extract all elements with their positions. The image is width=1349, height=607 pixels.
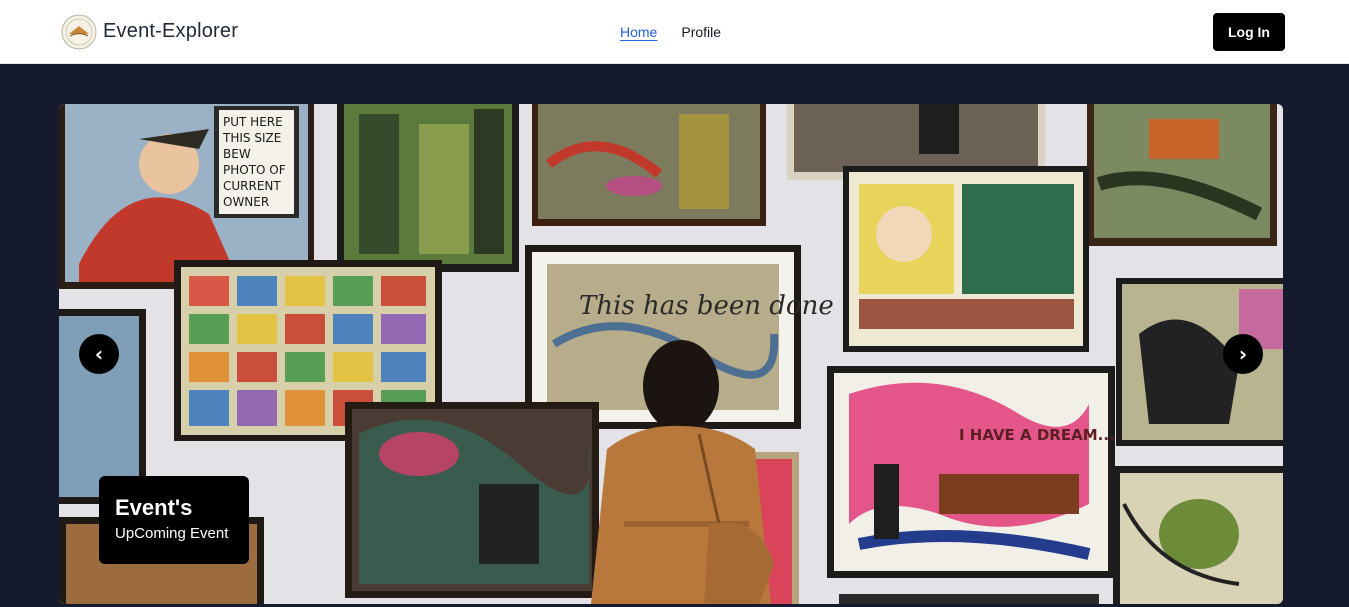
nav-home-link[interactable]: Home: [620, 24, 657, 40]
logo-icon: [61, 14, 97, 49]
top-navbar: Event-Explorer Home Profile Log In: [0, 0, 1349, 64]
nav-links: Home Profile: [620, 0, 721, 64]
chevron-left-icon: ‹: [94, 342, 104, 366]
carousel-next-button[interactable]: ›: [1223, 334, 1263, 374]
painting-script-text: This has been done: [579, 291, 834, 321]
caption-subtitle: UpComing Event: [115, 525, 229, 542]
chevron-right-icon: ›: [1238, 342, 1248, 366]
caption-title: Event's: [115, 495, 193, 520]
slide-caption: Event's UpComing Event: [99, 476, 249, 564]
carousel-prev-button[interactable]: ‹: [79, 334, 119, 374]
nav-profile-link[interactable]: Profile: [681, 24, 721, 40]
svg-text:OWNER: OWNER: [223, 195, 269, 209]
painting-dream-text: I HAVE A DREAM...: [959, 426, 1115, 444]
hero-carousel: PUT HERE THIS SIZE BEW PHOTO OF CURRENT …: [59, 104, 1283, 604]
svg-text:CURRENT: CURRENT: [223, 179, 281, 193]
brand[interactable]: Event-Explorer: [61, 14, 238, 50]
main-content: PUT HERE THIS SIZE BEW PHOTO OF CURRENT …: [0, 64, 1349, 607]
svg-text:BEW: BEW: [223, 147, 251, 161]
brand-name: Event-Explorer: [103, 20, 239, 42]
svg-text:PUT HERE: PUT HERE: [223, 115, 283, 129]
svg-text:THIS SIZE: THIS SIZE: [222, 131, 281, 145]
login-button[interactable]: Log In: [1213, 12, 1285, 51]
svg-text:PHOTO OF: PHOTO OF: [223, 163, 286, 177]
